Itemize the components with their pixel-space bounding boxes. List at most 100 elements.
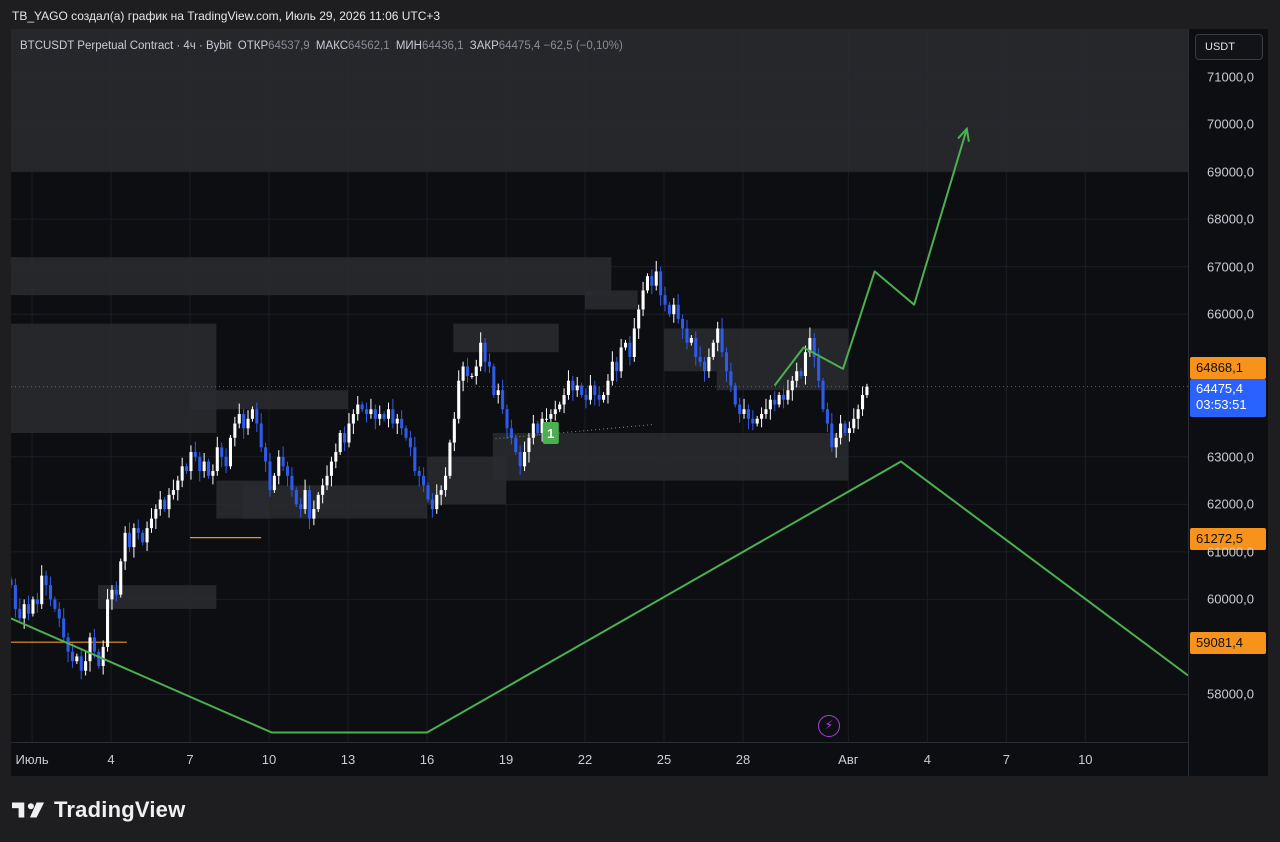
candle-body (119, 561, 123, 595)
candle-body (847, 428, 851, 434)
price-tag-low: 59081,4 (1190, 632, 1266, 655)
candle-body (839, 423, 843, 438)
candle-body (84, 661, 88, 671)
candle-body (365, 409, 369, 415)
price-tick-label: 60000,0 (1207, 591, 1254, 607)
symbol-legend: BTCUSDT Perpetual Contract · 4ч · Bybit … (20, 40, 623, 52)
time-tick-label: 4 (923, 752, 931, 767)
candle-body (338, 433, 342, 453)
candle-body (70, 651, 74, 662)
candle-body (681, 318, 685, 329)
alert-bolt-icon[interactable]: ⚡ (818, 715, 840, 737)
price-tick-label: 70000,0 (1207, 116, 1254, 132)
candle-body (527, 437, 531, 453)
time-tick-label: 7 (1002, 752, 1010, 767)
legend-high-value: 64562,1 (348, 40, 390, 52)
candle-body (413, 447, 417, 472)
candle-body (501, 390, 505, 410)
candle-body (233, 423, 237, 438)
candle-body (553, 409, 557, 415)
candle-body (562, 395, 566, 405)
candle-body (817, 356, 821, 381)
candle-body (641, 290, 645, 310)
candle-body (215, 447, 219, 472)
candle-body (685, 328, 689, 343)
zone-rect (190, 390, 349, 410)
candle-body (163, 499, 167, 510)
price-axis[interactable]: USDT 64868,1 64475,4 03:53:51 61272,5 59… (1188, 29, 1268, 776)
candle-body (803, 352, 808, 376)
candle-body (22, 604, 26, 619)
candle-body (211, 471, 215, 476)
candle-body (672, 304, 676, 315)
candle-body (299, 504, 303, 510)
chart-frame: 1 BTCUSDT Perpetual Contract · 4ч · Bybi… (11, 29, 1268, 776)
candle-body (645, 276, 649, 291)
candle-body (106, 599, 110, 647)
candle-body (347, 423, 351, 443)
candle-body (536, 423, 540, 434)
candle-body (246, 418, 250, 429)
candle-body (277, 456, 281, 476)
candle-body (206, 461, 211, 476)
candle-body (343, 433, 347, 443)
candle-body (167, 494, 171, 510)
time-tick-label: 19 (498, 752, 514, 767)
legend-symbol[interactable]: BTCUSDT Perpetual Contract · 4ч · Bybit (20, 40, 232, 52)
legend-open-label: ОТКР (237, 40, 269, 52)
price-tick-label: 66000,0 (1207, 306, 1254, 322)
candle-body (461, 366, 465, 381)
price-tick-label: 67000,0 (1207, 259, 1254, 275)
candle-body (62, 618, 66, 638)
candle-body (391, 409, 395, 424)
time-axis[interactable]: Июль 4 7 10 13 16 19 22 25 28 Авг 4 7 10 (11, 742, 1188, 776)
candle-body (457, 380, 461, 419)
candle-body (422, 475, 426, 486)
candle-body (220, 447, 224, 457)
candle-body (13, 585, 17, 609)
candle-body (606, 380, 610, 396)
candle-body (786, 390, 790, 400)
candle-body (479, 342, 483, 367)
candle-body (676, 304, 680, 319)
zone-rect (11, 323, 217, 434)
candle-body (593, 385, 597, 396)
candle-body (11, 579, 13, 586)
candle-body (707, 356, 711, 372)
candle-body (351, 414, 355, 424)
candle-body (132, 528, 136, 548)
candle-body (281, 456, 285, 467)
legend-change: −62,5 (−0,10%) (543, 40, 623, 52)
currency-button[interactable]: USDT (1195, 34, 1263, 60)
candle-body (659, 271, 663, 296)
candle-body (250, 409, 254, 419)
candle-body (149, 518, 153, 529)
candle-body (255, 409, 259, 424)
candle-body (316, 494, 320, 510)
candle-body (180, 466, 184, 481)
candle-body (378, 414, 382, 419)
price-tag-current-value: 64475,4 (1196, 380, 1243, 396)
candle-body (325, 475, 329, 486)
candle-body (619, 347, 623, 372)
zone-rect (11, 257, 612, 296)
tradingview-logo-icon (12, 802, 45, 818)
candle-body (417, 471, 421, 476)
time-tick-label: 10 (1078, 752, 1093, 767)
candle-body (523, 452, 527, 467)
plot-area[interactable]: 1 BTCUSDT Perpetual Contract · 4ч · Bybi… (11, 29, 1188, 742)
candle-body (755, 418, 759, 424)
candle-body (312, 509, 316, 519)
candle-body (764, 409, 768, 415)
zone-rect (97, 585, 217, 609)
chart-svg: 1 (11, 29, 1188, 742)
candle-body (474, 366, 478, 376)
candle-body (514, 437, 518, 453)
candle-body (738, 404, 742, 415)
price-tick-label: 58000,0 (1207, 686, 1254, 702)
candle-body (321, 485, 325, 495)
price-tag-countdown: 03:53:51 (1196, 396, 1247, 412)
candle-body (452, 418, 456, 443)
candle-body (588, 385, 592, 400)
candle-body (615, 361, 619, 372)
